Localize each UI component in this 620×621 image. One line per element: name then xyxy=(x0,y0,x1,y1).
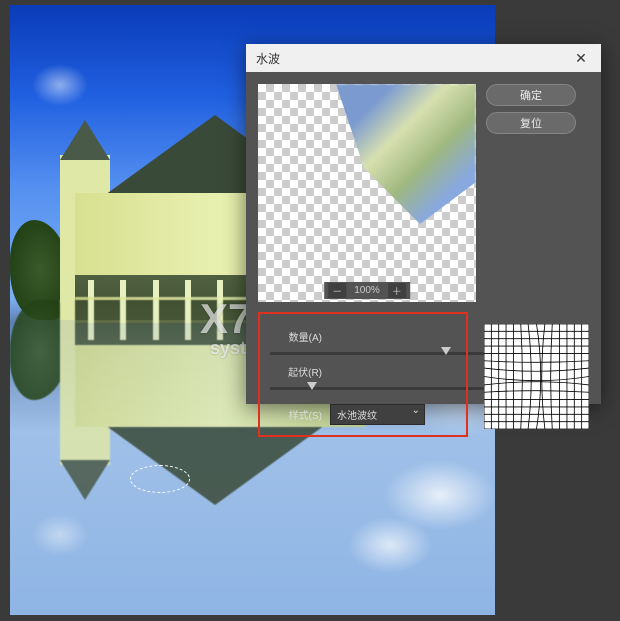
selection-marquee[interactable] xyxy=(130,465,190,493)
ok-button[interactable]: 确定 xyxy=(486,84,576,106)
style-label: 样式(S) xyxy=(270,407,322,422)
reset-button[interactable]: 复位 xyxy=(486,112,576,134)
zigzag-filter-dialog: 水波 ✕ － 100% ＋ 确定 复位 数量(A) 10 xyxy=(246,44,601,404)
style-dropdown[interactable]: 水池波纹 xyxy=(330,404,425,425)
dialog-title: 水波 xyxy=(256,50,571,67)
zoom-out-button[interactable]: － xyxy=(328,283,346,298)
zoom-level: 100% xyxy=(354,285,380,296)
ridges-label: 起伏(R) xyxy=(270,364,322,379)
dialog-titlebar[interactable]: 水波 ✕ xyxy=(246,44,601,72)
zoom-in-button[interactable]: ＋ xyxy=(388,283,406,298)
close-icon[interactable]: ✕ xyxy=(571,48,591,68)
filter-preview[interactable]: － 100% ＋ xyxy=(258,84,476,302)
wireframe-preview xyxy=(484,324,589,429)
zoom-controls: － 100% ＋ xyxy=(324,282,410,299)
amount-label: 数量(A) xyxy=(270,329,322,344)
